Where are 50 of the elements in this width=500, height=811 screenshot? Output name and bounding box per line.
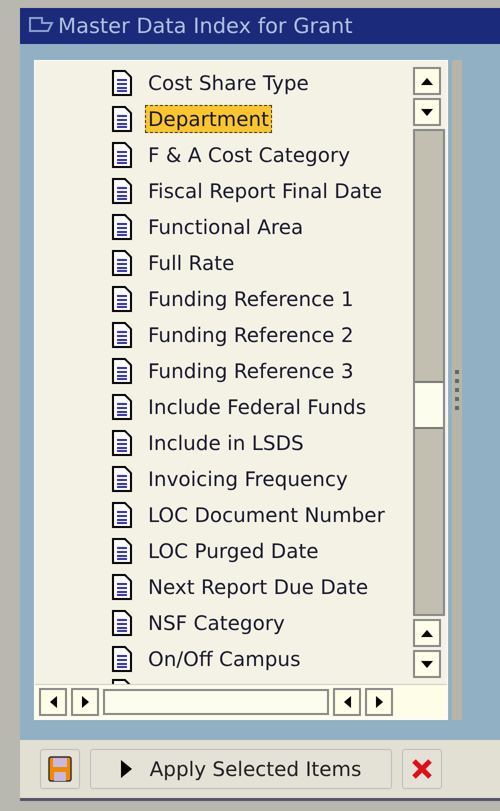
document-icon (111, 70, 133, 96)
scroll-up-button[interactable] (413, 67, 441, 95)
list-item[interactable]: F & A Cost Category (145, 141, 354, 169)
resize-grip[interactable] (452, 60, 462, 720)
document-icon (111, 466, 133, 492)
document-icon (111, 394, 133, 420)
list-item[interactable]: Invoicing Frequency (145, 465, 351, 493)
document-icon (111, 502, 133, 528)
document-icon (111, 610, 133, 636)
document-icon (111, 178, 133, 204)
document-icon (111, 106, 133, 132)
list-item[interactable]: Include in LSDS (145, 429, 307, 457)
list-item[interactable]: Include Federal Funds (145, 393, 370, 421)
scroll-right-button[interactable] (71, 688, 99, 716)
close-icon (411, 758, 433, 780)
list-item[interactable]: LOC Document Number (145, 501, 388, 529)
list-item[interactable]: Fiscal Report Final Date (145, 177, 386, 205)
window-title: Master Data Index for Grant (58, 14, 353, 38)
scroll-left-button[interactable] (39, 688, 67, 716)
scroll-down-button[interactable] (413, 98, 441, 126)
document-icon (111, 574, 133, 600)
list-item[interactable]: LOC Purged Date (145, 537, 322, 565)
list-item[interactable]: On/Off Campus (145, 645, 304, 673)
list-item[interactable]: Next Report Due Date (145, 573, 372, 601)
document-icon (111, 430, 133, 456)
document-icon (111, 646, 133, 672)
document-icon (111, 142, 133, 168)
scroll-right-button[interactable] (365, 688, 393, 716)
save-button[interactable] (40, 749, 80, 789)
document-icon (111, 322, 133, 348)
document-icon (111, 286, 133, 312)
apply-selected-items-button[interactable]: Apply Selected Items (90, 749, 392, 789)
scroll-up-button[interactable] (413, 619, 441, 647)
scroll-left-button[interactable] (333, 688, 361, 716)
list-item[interactable]: Cost Share Type (145, 69, 312, 97)
list-item[interactable]: Full Rate (145, 249, 238, 277)
document-icon (111, 538, 133, 564)
scroll-down-button[interactable] (413, 650, 441, 678)
document-icon (111, 214, 133, 240)
list-item[interactable]: Functional Area (145, 213, 306, 241)
scrollbar-thumb[interactable] (415, 381, 443, 429)
document-icon (111, 250, 133, 276)
list-item[interactable]: Funding Reference 2 (145, 321, 357, 349)
list-item[interactable]: Funding Reference 3 (145, 357, 357, 385)
document-icon (111, 358, 133, 384)
list-item[interactable]: NSF Category (145, 609, 288, 637)
list-item[interactable]: Department (145, 105, 272, 133)
list-item[interactable]: Funding Reference 1 (145, 285, 357, 313)
horizontal-scrollbar[interactable] (103, 689, 329, 715)
cancel-button[interactable] (402, 749, 442, 789)
